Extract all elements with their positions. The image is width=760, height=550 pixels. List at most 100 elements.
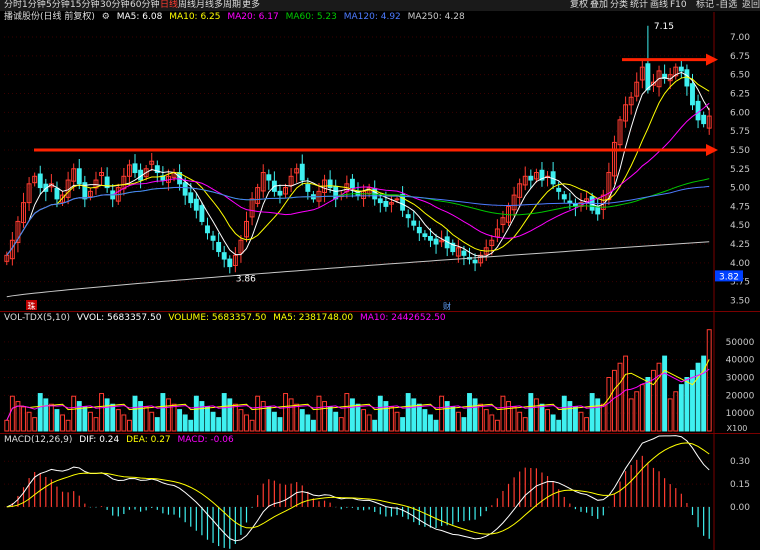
volume-bar <box>422 409 428 432</box>
candle-body <box>188 192 194 204</box>
candle-body <box>461 250 467 256</box>
volume-bar <box>333 411 339 432</box>
volume-bar <box>450 406 456 432</box>
stock-chart[interactable]: 3.503.754.004.254.504.755.005.255.505.75… <box>0 0 760 550</box>
volume-bar <box>166 398 171 432</box>
volume-bar <box>126 419 132 432</box>
volume-bar <box>54 409 60 432</box>
macd-tick-label: 0.15 <box>730 480 750 490</box>
volume-bar <box>305 414 311 432</box>
candle-body <box>561 194 567 200</box>
volume-bar <box>628 398 634 432</box>
volume-bar <box>82 406 88 432</box>
candle-body <box>567 200 573 204</box>
y-tick-label: 5.50 <box>730 146 750 156</box>
vol-tick-label: 50000 <box>726 338 755 348</box>
volume-bar <box>572 406 578 432</box>
volume-bar <box>110 403 116 432</box>
volume-bar <box>93 417 99 432</box>
volume-bar <box>489 414 495 432</box>
volume-bar <box>205 406 210 432</box>
volume-bar <box>690 369 695 432</box>
y-tick-label: 4.25 <box>730 240 750 250</box>
volume-bar <box>533 398 539 432</box>
candle-body <box>377 198 383 204</box>
volume-bar <box>388 406 394 432</box>
volume-bar <box>639 384 645 432</box>
volume-bar <box>177 409 183 432</box>
candle-body <box>695 100 701 121</box>
candle-body <box>199 205 205 222</box>
arrow-head <box>706 53 718 66</box>
candle-body <box>221 252 227 260</box>
candle-body <box>349 178 355 189</box>
volume-bar <box>26 411 32 432</box>
volume-bar <box>567 401 573 432</box>
volume-bar <box>32 417 38 432</box>
volume-bar <box>634 391 640 432</box>
volume-bar <box>344 393 350 432</box>
volume-bar <box>322 401 328 432</box>
candle-body <box>690 83 695 106</box>
volume-bar <box>288 398 294 432</box>
volume-bar <box>48 403 54 432</box>
volume-bar <box>673 391 679 432</box>
volume-bar <box>76 401 82 432</box>
volume-bar <box>182 414 188 432</box>
volume-bar <box>266 406 272 432</box>
vol-tick-label: 30000 <box>726 374 755 384</box>
vol-unit-label: X100 <box>727 424 748 433</box>
candle-body <box>595 206 601 215</box>
y-tick-label: 4.50 <box>730 221 750 231</box>
volume-bar <box>21 406 26 432</box>
volume-bar <box>467 393 472 432</box>
volume-bar <box>411 398 417 432</box>
volume-bar <box>327 406 333 432</box>
volume-bar <box>478 403 484 432</box>
y-tick-label: 7.00 <box>730 33 750 43</box>
volume-bar <box>595 398 601 432</box>
ma250-line <box>6 241 710 298</box>
candle-body <box>556 187 562 192</box>
volume-bar <box>188 419 194 432</box>
volume-bar <box>4 419 10 432</box>
volume-bar <box>584 417 590 432</box>
volume-bar <box>383 401 389 432</box>
volume-bar <box>87 411 93 432</box>
volume-bar <box>578 411 584 432</box>
volume-bar <box>154 417 160 432</box>
candle-body <box>416 226 422 234</box>
volume-bar <box>244 414 249 432</box>
marker-left-label: 珠 <box>28 301 36 311</box>
volume-bar <box>556 419 562 432</box>
volume-bar <box>506 401 511 432</box>
ma20-line <box>6 102 710 256</box>
volume-bar <box>589 393 595 432</box>
candle-body <box>210 235 216 241</box>
candle-body <box>405 214 411 219</box>
volume-bar <box>706 329 712 432</box>
volume-bar <box>494 419 500 432</box>
macd-tick-label: 0.30 <box>730 457 750 467</box>
volume-bar <box>656 362 662 432</box>
volume-bar <box>65 419 71 432</box>
volume-bar <box>550 414 556 432</box>
volume-bar <box>310 419 316 432</box>
volume-bar <box>249 419 255 432</box>
candle-body <box>37 173 43 189</box>
y-tick-label: 6.50 <box>730 71 750 81</box>
candle-body <box>428 236 433 241</box>
macd-tick-label: 0.00 <box>730 503 750 513</box>
volume-bar <box>444 401 450 432</box>
candle-body <box>422 233 428 237</box>
volume-bar <box>121 414 127 432</box>
volume-bar <box>232 403 238 432</box>
volume-bar <box>99 393 105 432</box>
volume-bar <box>528 393 534 432</box>
ma10-line <box>6 76 710 256</box>
volume-bar <box>299 409 305 432</box>
volume-bar <box>617 362 623 432</box>
volume-bar <box>472 398 478 432</box>
candle-body <box>227 258 233 268</box>
volume-bar <box>695 362 701 432</box>
